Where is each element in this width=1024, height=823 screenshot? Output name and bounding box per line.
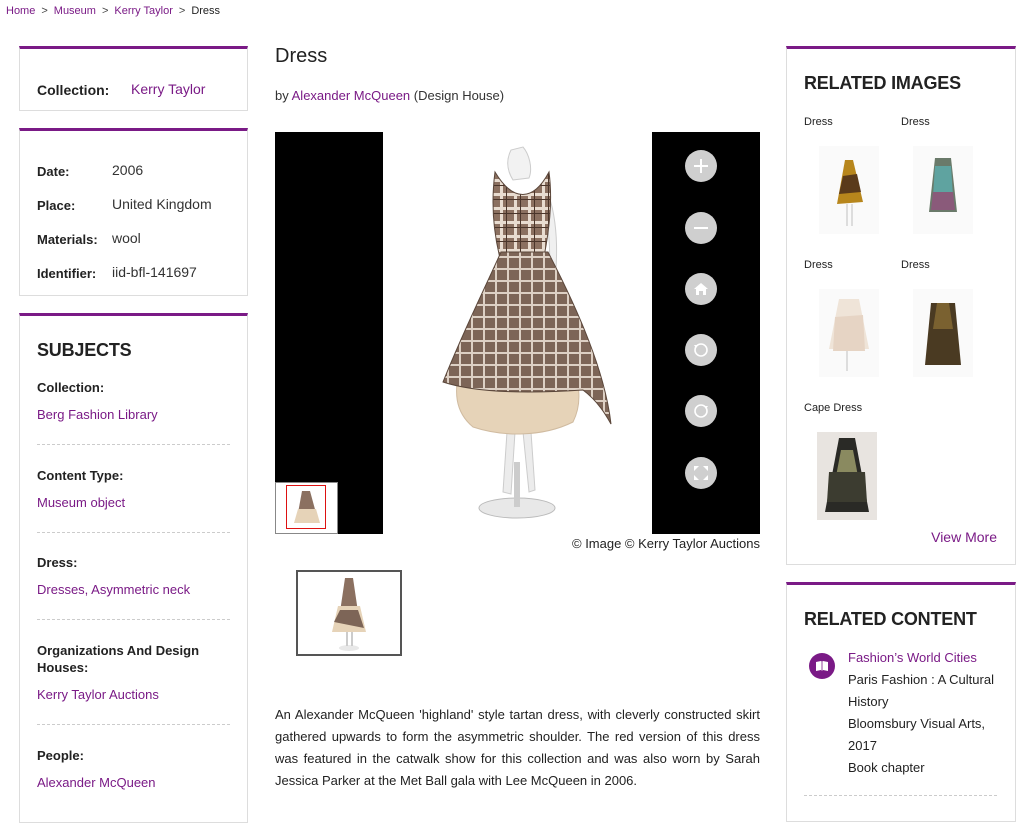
related-content-publisher: Bloomsbury Visual Arts, 2017 (848, 716, 986, 753)
subject-link[interactable]: Alexander McQueen (37, 775, 231, 790)
subject-label: Collection: (37, 380, 105, 395)
byline: by Alexander McQueen (Design House) (275, 88, 504, 103)
collection-box: Collection: Kerry Taylor (19, 46, 248, 111)
subject-label: Content Type: (37, 468, 124, 483)
view-more-link[interactable]: View More (931, 529, 997, 545)
subject-link[interactable]: Berg Fashion Library (37, 407, 231, 422)
dress-image (383, 132, 652, 534)
subject-group-dress: Dress: Dresses, Asymmetric neck (37, 554, 231, 597)
related-content-subtitle: Paris Fashion : A Cultural History (848, 672, 994, 709)
detail-value: wool (112, 230, 141, 246)
detail-materials: Materials: wool (37, 230, 141, 249)
subject-group-collection: Collection: Berg Fashion Library (37, 379, 231, 422)
designer-role: (Design House) (413, 88, 505, 103)
related-content-title[interactable]: Fashion’s World Cities (848, 647, 998, 669)
detail-label: Materials: (37, 232, 98, 247)
subject-group-organizations: Organizations And Design Houses: Kerry T… (37, 642, 231, 702)
navigator-selection (286, 485, 326, 529)
related-content-type: Book chapter (848, 760, 925, 775)
breadcrumb-separator: > (41, 5, 48, 17)
related-image-4[interactable] (913, 289, 973, 377)
subject-link[interactable]: Kerry Taylor Auctions (37, 687, 231, 702)
breadcrumb-separator: > (178, 5, 186, 17)
subject-link[interactable]: Museum object (37, 495, 231, 510)
subject-label: People: (37, 748, 84, 763)
subject-label: Organizations And Design Houses: (37, 643, 200, 675)
subject-link[interactable]: Dresses, Asymmetric neck (37, 582, 231, 597)
collection-link[interactable]: Kerry Taylor (131, 81, 205, 97)
zoom-out-icon[interactable] (685, 212, 717, 244)
related-images-heading: RELATED IMAGES (804, 73, 961, 93)
related-images-box: RELATED IMAGES Dress Dress Dress Dress C… (786, 46, 1016, 565)
breadcrumb-separator: > (101, 5, 109, 17)
related-content-heading: RELATED CONTENT (804, 609, 977, 629)
related-image-caption: Dress (901, 116, 930, 128)
image-thumbnail[interactable] (296, 570, 402, 656)
detail-value: iid-bfl-141697 (112, 264, 197, 280)
divider (37, 532, 230, 533)
related-content-item: Fashion’s World Cities Paris Fashion : A… (848, 647, 998, 779)
breadcrumb-home[interactable]: Home (6, 5, 35, 17)
related-image-1[interactable] (819, 146, 879, 234)
rotate-right-icon[interactable] (685, 395, 717, 427)
related-image-3[interactable] (819, 289, 879, 377)
zoom-in-icon[interactable] (685, 150, 717, 182)
related-image-caption: Dress (804, 116, 833, 128)
designer-link[interactable]: Alexander McQueen (292, 88, 411, 103)
navigator-thumbnail[interactable] (275, 482, 338, 534)
detail-label: Place: (37, 198, 76, 213)
breadcrumb-current: Dress (191, 5, 221, 17)
page-title: Dress (275, 45, 328, 67)
collection-label: Collection: (37, 82, 110, 98)
home-icon[interactable] (685, 273, 717, 305)
detail-place: Place: United Kingdom (37, 196, 212, 215)
breadcrumb-museum[interactable]: Museum (54, 5, 96, 17)
divider (37, 444, 230, 445)
subject-label: Dress: (37, 555, 78, 570)
image-viewer[interactable] (275, 132, 760, 534)
byline-prefix: by (275, 88, 289, 103)
related-image-caption: Dress (804, 259, 833, 271)
subjects-heading: SUBJECTS (37, 340, 132, 360)
related-image-caption: Dress (901, 259, 930, 271)
subject-group-content-type: Content Type: Museum object (37, 467, 231, 510)
details-box: Date: 2006 Place: United Kingdom Materia… (19, 128, 248, 296)
divider (37, 619, 230, 620)
divider (804, 795, 997, 796)
image-credit: © Image © Kerry Taylor Auctions (572, 536, 760, 551)
description: An Alexander McQueen 'highland' style ta… (275, 707, 760, 788)
detail-value: United Kingdom (112, 196, 212, 212)
related-content-box: RELATED CONTENT Fashion’s World Cities P… (786, 582, 1016, 822)
fullscreen-icon[interactable] (685, 457, 717, 489)
detail-identifier: Identifier: iid-bfl-141697 (37, 264, 197, 283)
subject-group-people: People: Alexander McQueen (37, 747, 231, 790)
book-icon (809, 653, 835, 679)
breadcrumb: Home > Museum > Kerry Taylor > Dress (6, 5, 220, 17)
breadcrumb-kerry-taylor[interactable]: Kerry Taylor (114, 5, 172, 17)
divider (37, 724, 230, 725)
subjects-box: SUBJECTS Collection: Berg Fashion Librar… (19, 313, 248, 823)
related-image-2[interactable] (913, 146, 973, 234)
detail-label: Date: (37, 164, 70, 179)
detail-label: Identifier: (37, 266, 97, 281)
detail-date: Date: 2006 (37, 162, 143, 181)
rotate-left-icon[interactable] (685, 334, 717, 366)
detail-value: 2006 (112, 162, 144, 178)
related-image-5[interactable] (817, 432, 877, 520)
related-image-caption: Cape Dress (804, 402, 863, 414)
